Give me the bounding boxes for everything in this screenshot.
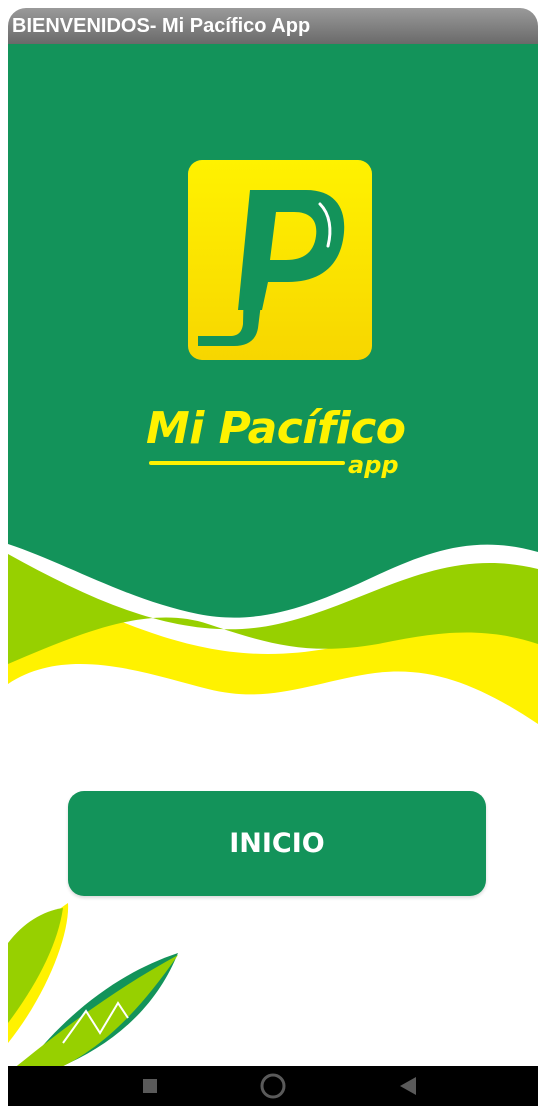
square-recents-icon[interactable]	[130, 1072, 170, 1100]
triangle-back-icon[interactable]	[388, 1072, 428, 1100]
start-button[interactable]: INICIO	[68, 791, 486, 896]
hero-background	[8, 44, 538, 744]
brand-sub: app	[348, 451, 399, 479]
app-screen: BIENVENIDOS- Mi Pacífico App Mi Pacífico…	[8, 8, 538, 1106]
hero-waves	[8, 44, 538, 724]
brand-underline	[149, 461, 345, 465]
app-title: BIENVENIDOS- Mi Pacífico App	[12, 15, 311, 37]
banana-leaves-icon	[8, 893, 188, 1073]
circle-home-icon[interactable]	[253, 1072, 293, 1100]
title-bar: BIENVENIDOS- Mi Pacífico App	[8, 8, 538, 44]
brand-name: Mi Pacífico	[146, 403, 406, 454]
brand-wordmark: Mi Pacífico app	[146, 403, 416, 493]
android-nav-bar	[8, 1066, 538, 1106]
mi-pacifico-logo-icon	[188, 160, 372, 360]
